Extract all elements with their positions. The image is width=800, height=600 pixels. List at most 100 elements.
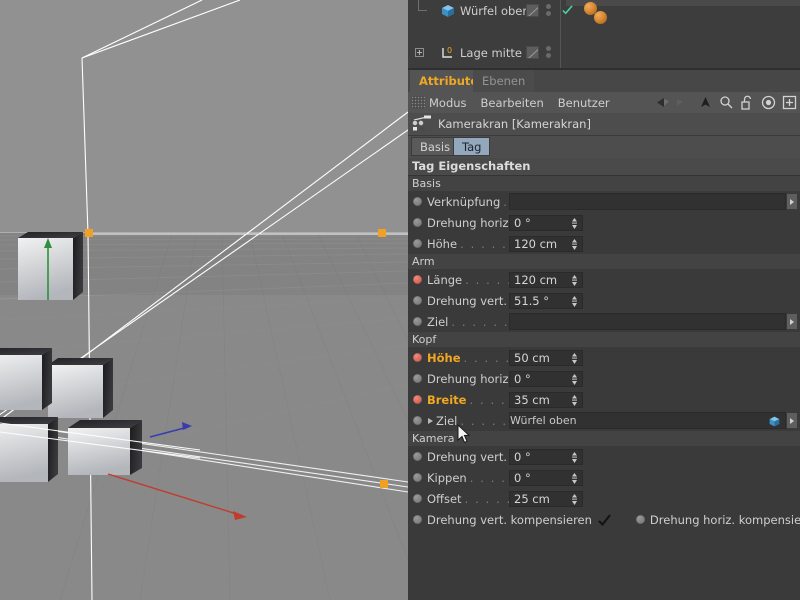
animate-dot[interactable] (413, 452, 422, 461)
spinner-icon[interactable] (571, 275, 578, 286)
spinner-icon[interactable] (571, 218, 578, 229)
object-manager[interactable]: Würfel oben 0 Lage mitte (408, 0, 800, 102)
basis-button[interactable]: Basis (411, 137, 460, 156)
spinner-icon[interactable] (571, 452, 578, 463)
search-icon[interactable] (718, 94, 735, 111)
checkbox-label-vert: Drehung vert. kompensieren (427, 512, 592, 527)
row-ziel-arm[interactable]: Ziel . . . . . . . . . . (408, 311, 800, 332)
diagonal-slash-icon[interactable] (526, 46, 539, 59)
animate-dot[interactable] (413, 416, 422, 425)
spinner-icon[interactable] (571, 473, 578, 484)
row-drehung-vert-arm[interactable]: Drehung vert. 51.5 ° (408, 290, 800, 311)
spinner-icon[interactable] (571, 395, 578, 406)
spinner-icon[interactable] (571, 296, 578, 307)
row-laenge[interactable]: Länge . . . . . . . . 120 cm (408, 269, 800, 290)
row-breite-kopf[interactable]: Breite . . . . . . . 35 cm (408, 389, 800, 410)
link-field-verknuepfung[interactable] (509, 193, 786, 210)
animate-dot[interactable] (413, 353, 422, 362)
unlock-icon[interactable] (739, 94, 756, 111)
field-value: 25 cm (514, 492, 550, 506)
crane-handle-arm (378, 229, 386, 237)
row-label: Ziel (427, 314, 449, 329)
expand-arrow-icon[interactable] (427, 417, 434, 425)
row-hoehe-kopf[interactable]: Höhe . . . . . . . . 50 cm (408, 347, 800, 368)
field-value: 50 cm (514, 351, 550, 365)
row-drehung-horiz-basis[interactable]: Drehung horiz. 0 ° (408, 212, 800, 233)
tag-button[interactable]: Tag (453, 137, 491, 156)
row-verknuepfung[interactable]: Verknüpfung . (408, 191, 800, 212)
number-field-hoehe-basis[interactable]: 120 cm (509, 236, 583, 252)
spinner-icon[interactable] (571, 494, 578, 505)
animate-dot[interactable] (413, 197, 422, 206)
link-picker-button[interactable] (786, 193, 798, 210)
link-field-ziel-kopf[interactable]: Würfel oben (509, 412, 786, 429)
link-picker-button[interactable] (786, 313, 798, 330)
animate-dot[interactable] (413, 395, 422, 404)
row-offset[interactable]: Offset . . . . . . . . 25 cm (408, 488, 800, 509)
attribute-menu-bar[interactable]: Modus Bearbeiten Benutzer (408, 92, 800, 113)
row-ziel-kopf[interactable]: Ziel . . . . . . . . Würfel oben (408, 410, 800, 431)
animate-dot[interactable] (635, 515, 645, 524)
animate-dot[interactable] (413, 239, 422, 248)
animate-dot[interactable] (413, 296, 422, 305)
object-tag-column[interactable] (526, 42, 554, 63)
link-picker-button[interactable] (786, 412, 798, 429)
animate-dot[interactable] (413, 494, 422, 503)
animate-dot[interactable] (413, 275, 422, 284)
number-field-laenge[interactable]: 120 cm (509, 272, 583, 288)
number-field-breite-kopf[interactable]: 35 cm (509, 392, 583, 408)
number-field-hoehe-kopf[interactable]: 50 cm (509, 350, 583, 366)
menu-bearbeiten[interactable]: Bearbeiten (481, 96, 544, 110)
animate-dot[interactable] (413, 515, 422, 524)
number-field-drehung-horiz-kopf[interactable]: 0 ° (509, 371, 583, 387)
expand-icon[interactable] (415, 48, 424, 57)
forward-arrow-icon[interactable] (676, 94, 693, 111)
object-tag-column[interactable] (526, 0, 554, 21)
crane-tag-sphere[interactable] (594, 11, 607, 24)
target-icon[interactable] (760, 94, 777, 111)
field-value: 120 cm (514, 273, 558, 287)
attribute-toolbar[interactable] (655, 92, 798, 113)
row-kompensieren[interactable]: Drehung vert. kompensieren Drehung horiz… (408, 509, 800, 530)
row-label: Drehung horiz. (427, 371, 513, 386)
diagonal-slash-icon[interactable] (526, 4, 539, 17)
row-kippen[interactable]: Kippen . . . . . . . 0 ° (408, 467, 800, 488)
row-label: Höhe (427, 350, 461, 365)
link-field-ziel-arm[interactable] (509, 313, 786, 330)
animate-dot[interactable] (413, 473, 422, 482)
drag-gripper-icon[interactable] (411, 96, 425, 109)
spinner-icon[interactable] (571, 239, 578, 250)
row-drehung-horiz-kopf[interactable]: Drehung horiz. 0 ° (408, 368, 800, 389)
row-drehung-vert-kamera[interactable]: Drehung vert. 0 ° (408, 446, 800, 467)
add-box-icon[interactable] (781, 94, 798, 111)
null-object-icon: 0 (440, 45, 456, 61)
animate-dot[interactable] (413, 317, 422, 326)
number-field-offset[interactable]: 25 cm (509, 491, 583, 507)
object-row-wuerfel-oben[interactable]: Würfel oben (408, 0, 800, 24)
row-hoehe-basis[interactable]: Höhe . . . . . . . . 120 cm (408, 233, 800, 254)
spinner-icon[interactable] (571, 374, 578, 385)
spinner-icon[interactable] (571, 353, 578, 364)
attribute-mode-buttons[interactable]: Basis Tag (408, 136, 800, 158)
menu-benutzer[interactable]: Benutzer (558, 96, 610, 110)
visibility-dots-icon[interactable] (543, 3, 554, 18)
viewport-3d[interactable] (0, 0, 408, 600)
animate-dot[interactable] (413, 218, 422, 227)
back-arrow-icon[interactable] (655, 94, 672, 111)
cinema4d-window: Würfel oben 0 Lage mitte Attribute Ebene… (0, 0, 800, 600)
tab-ebenen[interactable]: Ebenen (473, 70, 535, 92)
up-arrow-icon[interactable] (697, 94, 714, 111)
field-value: 0 ° (514, 450, 531, 464)
number-field-drehung-vert-kamera[interactable]: 0 ° (509, 449, 583, 465)
object-row-lage-mitte[interactable]: 0 Lage mitte (408, 42, 800, 63)
field-value: 120 cm (514, 237, 558, 251)
panel-tab-bar[interactable]: Attribute Ebenen (408, 70, 800, 92)
visibility-dots-icon[interactable] (543, 45, 554, 60)
tree-connector[interactable] (408, 42, 440, 63)
number-field-drehung-vert-arm[interactable]: 51.5 ° (509, 293, 583, 309)
number-field-kippen[interactable]: 0 ° (509, 470, 583, 486)
checkbox-drehung-vert-kompensieren[interactable] (598, 513, 611, 526)
number-field-drehung-horiz[interactable]: 0 ° (509, 215, 583, 231)
animate-dot[interactable] (413, 374, 422, 383)
menu-modus[interactable]: Modus (429, 96, 467, 110)
